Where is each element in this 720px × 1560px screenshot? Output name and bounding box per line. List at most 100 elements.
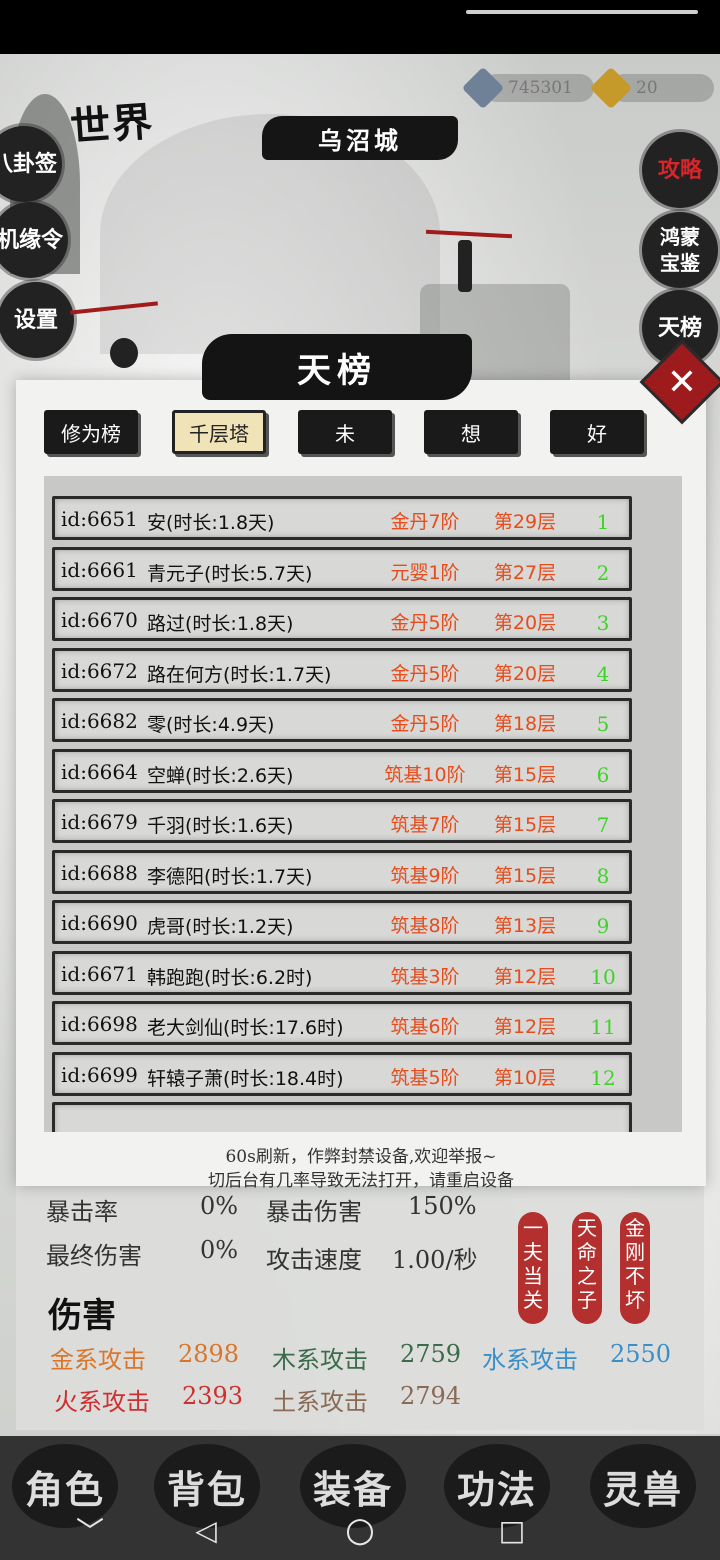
- row-floor: 第29层: [493, 511, 557, 533]
- title-badge[interactable]: 天命之子: [572, 1212, 602, 1324]
- water-atk-label: 水系攻击: [482, 1346, 578, 1374]
- row-player-id: id:6690: [61, 911, 138, 935]
- row-player-id: id:6661: [61, 557, 138, 582]
- row-player-name: 李德阳(时长:1.7天): [147, 865, 313, 888]
- row-player-id: id:6698: [61, 1012, 138, 1036]
- sys-hide-icon[interactable]: ﹀: [74, 1510, 106, 1550]
- row-player-id: id:6651: [61, 507, 138, 531]
- button-label: 天榜: [657, 315, 702, 341]
- row-player-name: 安(时长:1.8天): [147, 512, 275, 534]
- crit-dmg-label: 暴击伤害: [266, 1198, 362, 1226]
- button-label: 鸿蒙宝鉴: [660, 225, 700, 275]
- ranking-row[interactable]: id:6661 青元子(时长:5.7天) 元婴1阶 第27层 2: [52, 546, 632, 591]
- player-pet[interactable]: [110, 338, 138, 368]
- final-dmg-label: 最终伤害: [46, 1242, 142, 1270]
- gold-value: 20: [636, 78, 658, 98]
- crit-dmg-value: 150%: [408, 1192, 477, 1220]
- row-player-name: 空蝉(时长:2.6天): [147, 764, 294, 787]
- row-floor: 第15层: [493, 864, 557, 887]
- ranking-row-partial[interactable]: [52, 1102, 632, 1132]
- row-rank: 9: [596, 914, 610, 938]
- row-floor: 第12层: [493, 1016, 557, 1038]
- row-player-id: id:6664: [61, 759, 138, 784]
- row-floor: 第15层: [493, 814, 557, 836]
- row-floor: 第27层: [493, 561, 557, 584]
- title-badge[interactable]: 一夫当关: [518, 1212, 548, 1324]
- row-rank: 2: [596, 560, 610, 585]
- row-player-name: 路过(时长:1.8天): [147, 613, 294, 635]
- tab-placeholder-3[interactable]: 好: [550, 410, 644, 454]
- row-realm: 元婴1阶: [390, 561, 460, 584]
- ranking-list[interactable]: id:6651 安(时长:1.8天) 金丹7阶 第29层 1 id:6661 青元子(时长:…: [44, 476, 682, 1132]
- ranking-row[interactable]: id:6688 李德阳(时长:1.7天) 筑基9阶 第15层 8: [52, 849, 632, 894]
- fire-atk-label: 火系攻击: [54, 1388, 150, 1416]
- damage-section-title: 伤害: [48, 1296, 116, 1336]
- ranking-row[interactable]: id:6679 千羽(时长:1.6天) 筑基7阶 第15层 7: [52, 799, 632, 843]
- nav-spirit-beast[interactable]: 灵兽: [590, 1444, 696, 1528]
- title-badge[interactable]: 金刚不坏: [620, 1212, 650, 1324]
- fire-atk-value: 2393: [182, 1382, 244, 1410]
- atk-speed-label: 攻击速度: [266, 1246, 362, 1274]
- gold-counter: 20: [589, 66, 714, 110]
- earth-atk-label: 土系攻击: [272, 1388, 368, 1416]
- tab-placeholder-1[interactable]: 未: [298, 410, 392, 454]
- status-bar: [0, 0, 720, 54]
- background-warning: 切后台有几率导致无法打开，请重启设备: [208, 1171, 514, 1191]
- row-player-name: 轩辕子萧(时长:18.4时): [147, 1067, 344, 1090]
- ranking-row[interactable]: id:6670 路过(时长:1.8天) 金丹5阶 第20层 3: [52, 597, 632, 641]
- row-floor: 第10层: [493, 1066, 557, 1089]
- wood-atk-value: 2759: [400, 1340, 462, 1368]
- row-player-name: 老大剑仙(时长:17.6时): [147, 1017, 344, 1039]
- row-player-name: 千羽(时长:1.6天): [147, 815, 294, 837]
- row-rank: 3: [596, 611, 610, 635]
- crit-rate-label: 暴击率: [46, 1198, 118, 1226]
- row-realm: 筑基6阶: [390, 1016, 460, 1038]
- row-floor: 第15层: [493, 763, 557, 786]
- row-realm: 筑基9阶: [390, 864, 460, 887]
- row-realm: 筑基5阶: [390, 1066, 460, 1089]
- tab-tower[interactable]: 千层塔: [172, 410, 266, 454]
- row-rank: 6: [596, 762, 610, 787]
- ranking-row[interactable]: id:6672 路在何方(时长:1.7天) 金丹5阶 第20层 4: [52, 647, 632, 692]
- row-player-id: id:6672: [61, 658, 138, 683]
- ranking-row[interactable]: id:6682 零(时长:4.9天) 金丹5阶 第18层 5: [52, 698, 632, 742]
- water-atk-value: 2550: [610, 1340, 672, 1368]
- sys-home-icon[interactable]: ○: [340, 1510, 380, 1550]
- row-rank: 12: [590, 1065, 616, 1090]
- row-realm: 金丹7阶: [390, 511, 460, 533]
- sys-recents-icon[interactable]: □: [494, 1510, 530, 1550]
- row-realm: 筑基7阶: [390, 814, 460, 836]
- row-player-id: id:6671: [61, 961, 138, 986]
- spirit-stone-counter: 745301: [461, 66, 594, 110]
- ranking-row[interactable]: id:6651 安(时长:1.8天) 金丹7阶 第29层 1: [52, 496, 632, 540]
- settings-button[interactable]: 设置: [0, 282, 74, 358]
- tab-cultivation[interactable]: 修为榜: [44, 410, 138, 454]
- row-rank: 4: [596, 661, 610, 686]
- ranking-row[interactable]: id:6698 老大剑仙(时长:17.6时) 筑基6阶 第12层 11: [52, 1001, 632, 1045]
- button-label: 攻略: [657, 157, 702, 183]
- ranking-row[interactable]: id:6690 虎哥(时长:1.2天) 筑基8阶 第13层 9: [52, 900, 632, 944]
- tab-placeholder-2[interactable]: 想: [424, 410, 518, 454]
- metal-atk-label: 金系攻击: [50, 1346, 146, 1374]
- ranking-row[interactable]: id:6671 韩跑跑(时长:6.2时) 筑基3阶 第12层 10: [52, 950, 632, 995]
- row-realm: 筑基8阶: [390, 915, 460, 937]
- guide-button[interactable]: 攻略: [642, 132, 718, 208]
- dialog-title: 天榜: [202, 334, 472, 400]
- npc-figure[interactable]: [458, 240, 472, 292]
- treasure-mirror-button[interactable]: 鸿蒙宝鉴: [642, 212, 718, 288]
- row-rank: 10: [590, 964, 616, 989]
- sys-back-icon[interactable]: ◁: [188, 1510, 224, 1550]
- ranking-row[interactable]: id:6699 轩辕子萧(时长:18.4时) 筑基5阶 第10层 12: [52, 1051, 632, 1096]
- button-label: 八卦签: [0, 151, 57, 177]
- row-realm: 筑基3阶: [390, 965, 460, 988]
- world-title: 世界: [68, 98, 156, 151]
- row-player-id: id:6682: [61, 709, 138, 733]
- city-name[interactable]: 乌沼城: [262, 116, 458, 160]
- row-rank: 1: [596, 510, 610, 534]
- row-player-name: 路在何方(时长:1.7天): [147, 663, 332, 686]
- row-player-id: id:6679: [61, 810, 138, 834]
- ranking-row[interactable]: id:6664 空蝉(时长:2.6天) 筑基10阶 第15层 6: [52, 748, 632, 793]
- atk-speed-value: 1.00/秒: [392, 1246, 478, 1274]
- row-floor: 第18层: [493, 713, 557, 735]
- row-player-id: id:6699: [61, 1062, 138, 1087]
